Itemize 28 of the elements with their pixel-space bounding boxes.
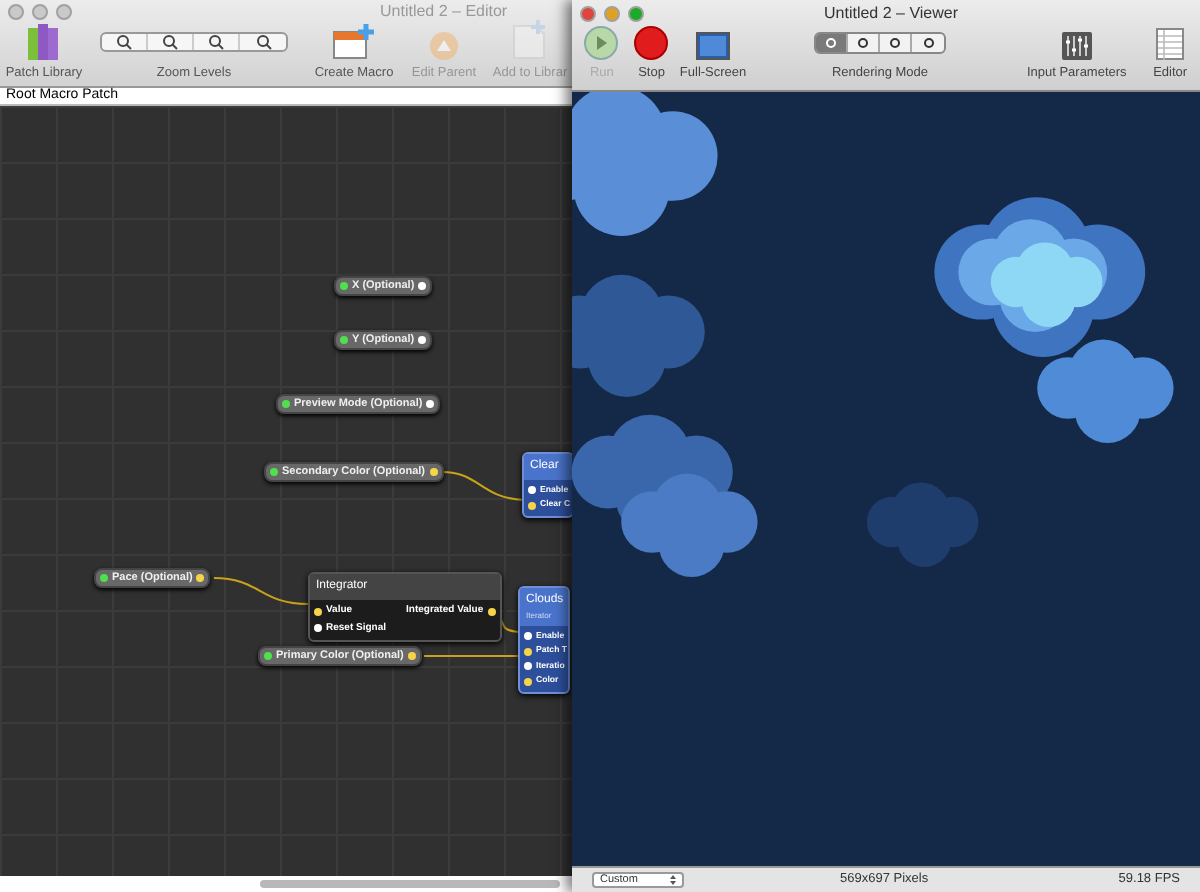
- port-icon[interactable]: [524, 632, 532, 641]
- books-icon: [28, 24, 60, 61]
- port-icon[interactable]: [314, 624, 322, 633]
- mode-icon: [921, 36, 935, 51]
- port-icon[interactable]: [487, 607, 496, 616]
- cloud: [621, 473, 758, 577]
- play-icon: [584, 26, 619, 61]
- wire: [441, 471, 525, 501]
- window-title: Untitled 2 – Editor: [380, 0, 508, 24]
- port-icon[interactable]: [314, 607, 322, 616]
- table-icon: [1156, 28, 1185, 61]
- mode-icon: [824, 36, 838, 51]
- sliders-icon: [1061, 32, 1092, 61]
- new-window-icon: [332, 24, 376, 61]
- cloud: [572, 274, 705, 397]
- wire: [423, 655, 519, 657]
- mode-icon: [888, 36, 902, 51]
- scrollbar[interactable]: [260, 880, 560, 888]
- mode-icon: [856, 36, 870, 51]
- monitor-icon: [696, 32, 731, 61]
- window-title: Untitled 2 – Viewer: [824, 1, 958, 26]
- wire: [213, 577, 309, 605]
- stop-icon: [634, 26, 669, 61]
- cloud: [866, 482, 979, 567]
- port-icon[interactable]: [524, 662, 532, 671]
- document-plus-icon: [512, 20, 548, 61]
- port-icon[interactable]: [528, 486, 536, 495]
- stepper-icon: [670, 874, 676, 886]
